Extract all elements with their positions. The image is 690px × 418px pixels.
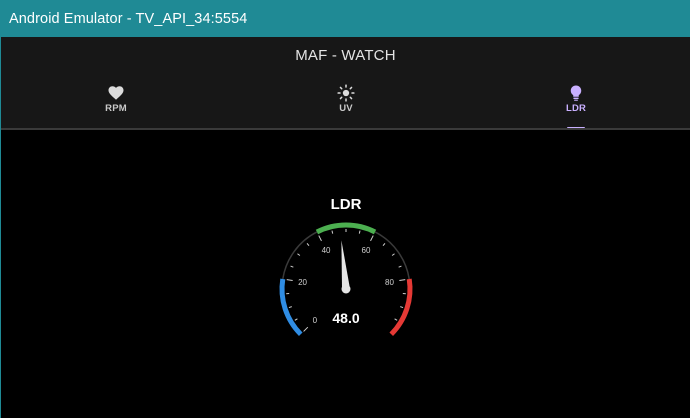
gauge-tick (394, 318, 398, 321)
gauge-tick (303, 326, 309, 332)
gauge-tick (294, 318, 298, 321)
ldr-gauge: LDR 0 20 40 60 80 48.0 (270, 190, 422, 350)
gauge-value-readout: 48.0 (332, 310, 359, 326)
gauge-tick (382, 243, 386, 246)
tab-rpm[interactable]: RPM (1, 81, 231, 129)
gauge-tick-label: 20 (298, 278, 307, 287)
gauge-tick (400, 306, 404, 309)
app-bar: MAF - WATCH RPM UV LDR (1, 37, 690, 129)
gauge-tick (331, 230, 334, 234)
window-title: Android Emulator - TV_API_34:5554 (9, 10, 248, 27)
gauge-tick-label: 80 (385, 278, 394, 287)
gauge-tick (286, 279, 293, 282)
gauge-tick (370, 235, 374, 242)
tab-uv-label: UV (339, 103, 353, 114)
gauge-tick (358, 230, 361, 234)
gauge-tick (399, 279, 406, 282)
gauge-tick-label: 0 (313, 316, 318, 325)
gauge-tick (318, 235, 322, 242)
heart-icon (108, 86, 124, 100)
gauge-tick (288, 306, 292, 309)
gauge-tick (391, 253, 395, 256)
tab-rpm-label: RPM (105, 103, 127, 114)
gauge-tick (290, 265, 294, 268)
gauge-needle (341, 240, 350, 290)
sun-icon (337, 84, 355, 102)
gauge-tick (297, 253, 301, 256)
tab-bar: RPM UV LDR (1, 81, 690, 129)
tab-ldr-label: LDR (565, 103, 587, 114)
app-bar-divider (1, 128, 690, 130)
gauge-tick-label: 40 (322, 246, 331, 255)
gauge-tick-label: 60 (362, 246, 371, 255)
window-titlebar: Android Emulator - TV_API_34:5554 (0, 0, 690, 37)
tab-ldr[interactable]: LDR (461, 81, 690, 129)
lightbulb-icon (570, 85, 582, 101)
gauge-tick (398, 265, 402, 268)
tab-uv[interactable]: UV (231, 81, 461, 129)
gauge-dial: 0 20 40 60 80 48.0 (279, 222, 413, 337)
gauge-tick (306, 243, 310, 246)
gauge-hub (341, 284, 351, 294)
app-title: MAF - WATCH (295, 47, 396, 64)
